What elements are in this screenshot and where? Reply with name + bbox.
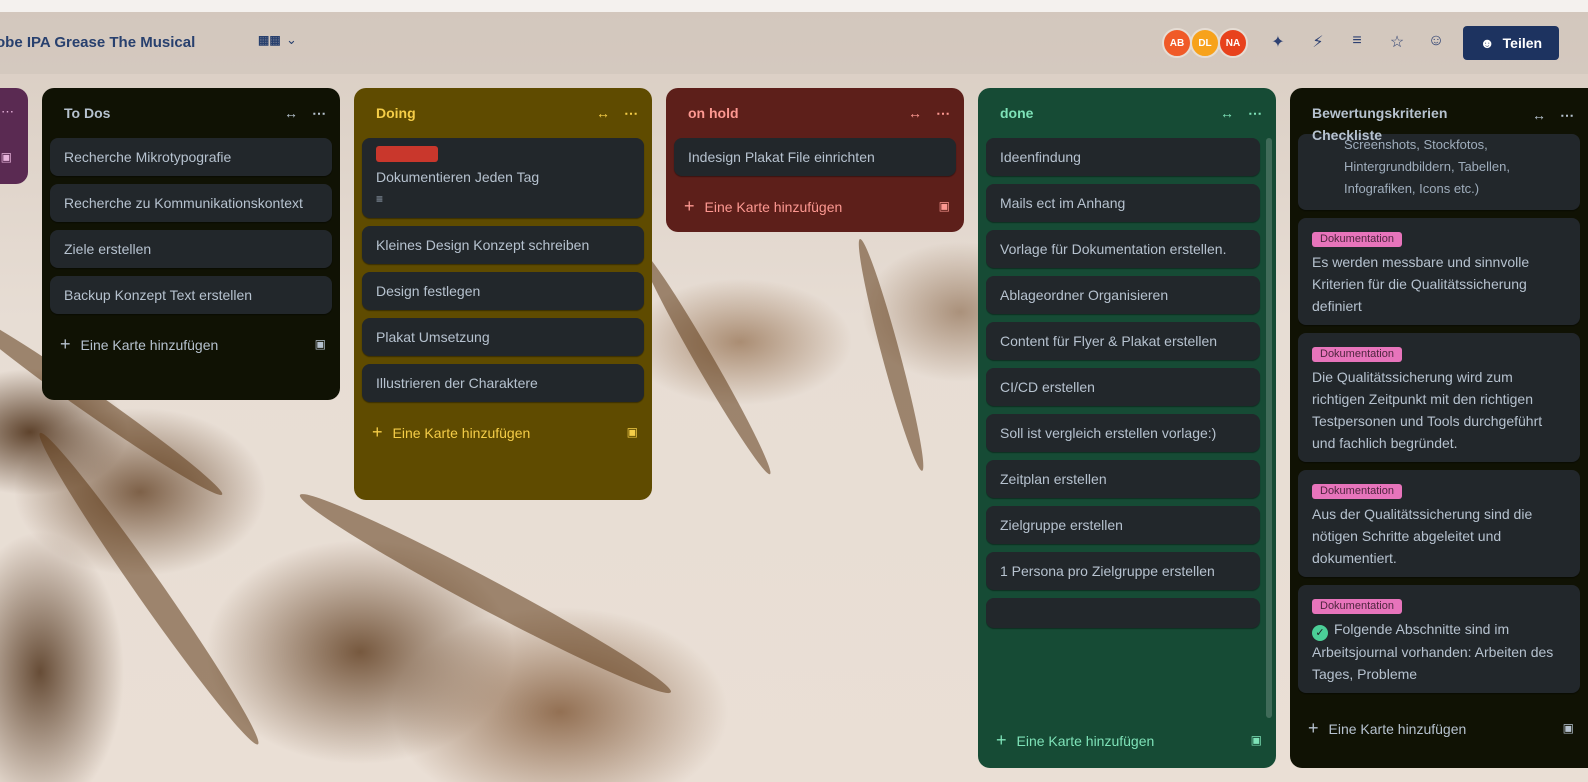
card-text: Es werden messbare und sinnvolle Kriteri… bbox=[1312, 254, 1530, 314]
card[interactable]: Indesign Plakat File einrichten bbox=[674, 138, 956, 176]
more-icon[interactable]: ⋯ bbox=[312, 105, 326, 122]
avatar[interactable]: NA bbox=[1218, 28, 1248, 58]
card[interactable]: Mails ect im Anhang bbox=[986, 184, 1260, 222]
list-todos: To Dos ↔ ⋯ Recherche Mikrotypografie Rech… bbox=[42, 88, 340, 400]
card[interactable]: Illustrieren der Charaktere bbox=[362, 364, 644, 402]
plus-icon: + bbox=[372, 421, 383, 442]
check-complete-icon: ✓ bbox=[1312, 625, 1328, 641]
more-icon[interactable]: ⋯ bbox=[1560, 104, 1574, 126]
template-icon[interactable]: ▣ bbox=[1, 150, 12, 164]
card[interactable]: Dokumentation ✓ Folgende Abschnitte sind … bbox=[1298, 585, 1580, 693]
card[interactable]: Dokumentieren Jeden Tag ≡ bbox=[362, 138, 644, 218]
add-card-button[interactable]: + Eine Karte hinzufügen ▣ bbox=[50, 322, 332, 366]
add-card-button[interactable]: + Eine Karte hinzufügen ▣ bbox=[362, 410, 644, 454]
plus-icon: + bbox=[684, 195, 695, 216]
card[interactable] bbox=[986, 598, 1260, 628]
list-title[interactable]: on hold bbox=[688, 105, 739, 121]
card[interactable]: Soll ist vergleich erstellen vorlage:) bbox=[986, 414, 1260, 452]
card[interactable]: Recherche Mikrotypografie bbox=[50, 138, 332, 176]
share-label: Teilen bbox=[1502, 35, 1543, 51]
lightning-icon[interactable]: ⚡︎ bbox=[1307, 32, 1329, 52]
board-title[interactable]: obe IPA Grease The Musical bbox=[0, 34, 195, 51]
card[interactable]: Dokumentation Die Qualitätssicherung wir… bbox=[1298, 333, 1580, 462]
card[interactable]: Ziele erstellen bbox=[50, 230, 332, 268]
filter-icon[interactable]: ≡ bbox=[1346, 32, 1368, 50]
list-done: done ↔ ⋯ Ideenfindung Mails ect im Anhang… bbox=[978, 88, 1276, 768]
card-list: Screenshots, Stockfotos, Hintergrundbild… bbox=[1298, 134, 1580, 706]
more-icon[interactable]: ⋯ bbox=[936, 105, 950, 122]
card[interactable]: Vorlage für Dokumentation erstellen. bbox=[986, 230, 1260, 268]
card-text: Screenshots, Stockfotos, Hintergrundbild… bbox=[1344, 137, 1510, 196]
card[interactable]: Recherche zu Kommunikationskontext bbox=[50, 184, 332, 222]
label-red[interactable] bbox=[376, 146, 438, 162]
plus-icon: + bbox=[1308, 717, 1319, 738]
list-title[interactable]: done bbox=[1000, 105, 1033, 121]
add-person-icon: ☻ bbox=[1479, 35, 1495, 51]
add-card-button[interactable]: + Eine Karte hinzufügen ▣ bbox=[986, 718, 1268, 762]
plus-icon: + bbox=[996, 729, 1007, 750]
more-icon[interactable]: ⋯ bbox=[624, 105, 638, 122]
label-dokumentation[interactable]: Dokumentation bbox=[1312, 232, 1402, 247]
card[interactable]: Kleines Design Konzept schreiben bbox=[362, 226, 644, 264]
label-dokumentation[interactable]: Dokumentation bbox=[1312, 484, 1402, 499]
collapse-icon[interactable]: ↔ bbox=[1532, 104, 1546, 126]
list-title[interactable]: Doing bbox=[376, 105, 416, 121]
collapse-icon[interactable]: ↔ bbox=[908, 105, 922, 121]
add-card-label: Eine Karte hinzufügen bbox=[80, 336, 219, 353]
card-list: Ideenfindung Mails ect im Anhang Vorlage… bbox=[986, 138, 1268, 718]
list-onhold: on hold ↔ ⋯ Indesign Plakat File einricht… bbox=[666, 88, 964, 232]
card-title: Dokumentieren Jeden Tag bbox=[376, 169, 540, 185]
list-stub-purple: ⋯ ▣ bbox=[0, 88, 28, 184]
label-dokumentation[interactable]: Dokumentation bbox=[1312, 599, 1402, 614]
collapse-icon[interactable]: ↔ bbox=[1220, 105, 1234, 121]
template-icon[interactable]: ▣ bbox=[1251, 733, 1262, 747]
description-icon: ≡ bbox=[376, 192, 384, 206]
template-icon[interactable]: ▣ bbox=[627, 425, 638, 439]
card[interactable]: Zielgruppe erstellen bbox=[986, 506, 1260, 544]
plus-icon: + bbox=[60, 333, 71, 354]
board-header: obe IPA Grease The Musical ▦▦ ⌄ AB DL NA… bbox=[0, 12, 1588, 74]
add-card-label: Eine Karte hinzufügen bbox=[704, 198, 843, 215]
list-doing: Doing ↔ ⋯ Dokumentieren Jeden Tag ≡ Klein… bbox=[354, 88, 652, 500]
add-card-button[interactable]: + Eine Karte hinzufügen ▣ bbox=[674, 184, 956, 228]
avatar[interactable]: DL bbox=[1190, 28, 1220, 58]
card[interactable]: Dokumentation Aus der Qualitätssicherung… bbox=[1298, 470, 1580, 577]
more-icon[interactable]: ⋯ bbox=[1, 104, 14, 120]
list-title[interactable]: To Dos bbox=[64, 105, 110, 121]
template-icon[interactable]: ▣ bbox=[1563, 721, 1574, 735]
add-card-label: Eine Karte hinzufügen bbox=[392, 424, 531, 441]
avatar[interactable]: AB bbox=[1162, 28, 1192, 58]
card-text: Aus der Qualitätssicherung sind die nöti… bbox=[1312, 506, 1533, 566]
card[interactable]: 1 Persona pro Zielgruppe erstellen bbox=[986, 552, 1260, 590]
card[interactable]: Dokumentation Es werden messbare und sin… bbox=[1298, 218, 1580, 325]
add-card-button[interactable]: + Eine Karte hinzufügen ▣ bbox=[1298, 706, 1580, 750]
chevron-down-icon[interactable]: ⌄ bbox=[286, 32, 297, 48]
share-button[interactable]: ☻ Teilen bbox=[1463, 26, 1559, 60]
card[interactable]: Zeitplan erstellen bbox=[986, 460, 1260, 498]
add-card-label: Eine Karte hinzufügen bbox=[1328, 720, 1467, 737]
card[interactable]: Backup Konzept Text erstellen bbox=[50, 276, 332, 314]
add-card-label: Eine Karte hinzufügen bbox=[1016, 732, 1155, 749]
template-icon[interactable]: ▣ bbox=[939, 199, 950, 213]
card[interactable]: Ideenfindung bbox=[986, 138, 1260, 176]
template-icon[interactable]: ▣ bbox=[315, 337, 326, 351]
card[interactable]: Content für Flyer & Plakat erstellen bbox=[986, 322, 1260, 360]
more-icon[interactable]: ⋯ bbox=[1248, 105, 1262, 122]
list-checklist: Bewertungskriterien Checkliste ↔ ⋯ Screen… bbox=[1290, 88, 1588, 768]
card[interactable]: Design festlegen bbox=[362, 272, 644, 310]
card[interactable]: CI/CD erstellen bbox=[986, 368, 1260, 406]
card[interactable]: Plakat Umsetzung bbox=[362, 318, 644, 356]
label-dokumentation[interactable]: Dokumentation bbox=[1312, 347, 1402, 362]
scrollbar[interactable] bbox=[1266, 138, 1272, 718]
collapse-icon[interactable]: ↔ bbox=[596, 105, 610, 121]
board-view-icon[interactable]: ▦▦ bbox=[258, 33, 281, 47]
star-icon[interactable]: ☆ bbox=[1386, 32, 1408, 52]
collapse-icon[interactable]: ↔ bbox=[284, 105, 298, 121]
card-text: Die Qualitätssicherung wird zum richtige… bbox=[1312, 369, 1543, 451]
pin-icon[interactable]: ✦ bbox=[1267, 32, 1289, 52]
card-text: Folgende Abschnitte sind im Arbeitsjourn… bbox=[1312, 621, 1554, 682]
people-icon[interactable]: ☺ bbox=[1425, 32, 1447, 50]
card[interactable]: Ablageordner Organisieren bbox=[986, 276, 1260, 314]
